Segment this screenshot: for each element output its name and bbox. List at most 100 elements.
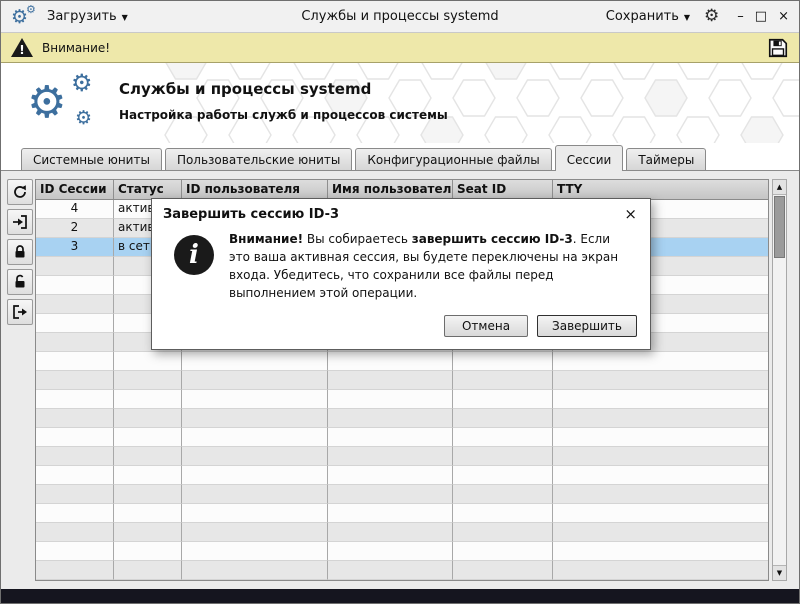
- table-cell: [36, 466, 114, 485]
- table-cell: [453, 523, 553, 542]
- table-cell: [114, 428, 182, 447]
- maximize-button[interactable]: □: [755, 10, 767, 23]
- confirm-terminate-button[interactable]: Завершить: [537, 315, 637, 337]
- column-header-tty[interactable]: TTY: [553, 180, 768, 199]
- table-cell: [553, 409, 768, 428]
- table-row-empty: [36, 409, 768, 428]
- window-controls: – □ ×: [737, 10, 789, 23]
- table-cell: [453, 466, 553, 485]
- chevron-down-icon: ▼: [684, 13, 690, 22]
- table-cell: [36, 485, 114, 504]
- unlock-button[interactable]: [7, 269, 33, 295]
- table-cell: [36, 542, 114, 561]
- scrollbar-down-button[interactable]: ▼: [773, 565, 786, 580]
- table-cell: [114, 447, 182, 466]
- refresh-icon: [12, 184, 28, 200]
- table-row-empty: [36, 447, 768, 466]
- table-cell: [114, 561, 182, 580]
- table-cell: 2: [36, 219, 114, 238]
- save-menu-label: Сохранить: [606, 9, 679, 24]
- table-cell: [328, 523, 453, 542]
- dialog-message: Внимание! Вы собираетесь завершить сесси…: [229, 230, 634, 302]
- session-toolbar: [5, 179, 35, 581]
- header-banner: ⚙ ⚙ ⚙ Службы и процессы systemd Настройк…: [1, 63, 799, 143]
- table-cell: [553, 428, 768, 447]
- table-cell: [453, 428, 553, 447]
- table-cell: [36, 504, 114, 523]
- table-cell: [328, 561, 453, 580]
- table-cell: [328, 428, 453, 447]
- save-menu-button[interactable]: Сохранить ▼: [606, 9, 690, 24]
- table-cell: [114, 504, 182, 523]
- scrollbar-track[interactable]: [773, 259, 786, 565]
- minimize-button[interactable]: –: [737, 10, 744, 23]
- close-button[interactable]: ×: [778, 10, 789, 23]
- load-menu-label: Загрузить: [47, 9, 117, 24]
- table-cell: [553, 542, 768, 561]
- column-header-session-id[interactable]: ID Сессии: [36, 180, 114, 199]
- table-cell: [453, 390, 553, 409]
- terminate-session-dialog: Завершить сессию ID-3 × i Внимание! Вы с…: [151, 198, 651, 350]
- settings-gear-button[interactable]: ⚙: [704, 8, 719, 25]
- warning-bar: ! Внимание!: [1, 33, 799, 63]
- table-cell: [114, 485, 182, 504]
- table-cell: [36, 295, 114, 314]
- vertical-scrollbar[interactable]: ▲ ▼: [772, 179, 787, 581]
- table-cell: [36, 561, 114, 580]
- table-cell: [36, 333, 114, 352]
- table-cell: [453, 485, 553, 504]
- table-cell: [553, 485, 768, 504]
- column-header-status[interactable]: Статус: [114, 180, 182, 199]
- column-header-seat-id[interactable]: Seat ID: [453, 180, 553, 199]
- dialog-message-text: Вы собираетесь: [303, 232, 412, 246]
- table-row-empty: [36, 561, 768, 580]
- login-button[interactable]: [7, 209, 33, 235]
- app-window: Службы и процессы systemd ⚙ ⚙ Загрузить …: [0, 0, 800, 604]
- table-cell: [328, 409, 453, 428]
- table-cell: [182, 352, 328, 371]
- table-cell: [328, 390, 453, 409]
- table-cell: [453, 371, 553, 390]
- table-cell: [182, 409, 328, 428]
- lock-icon: [12, 244, 28, 260]
- tab-bar: Системные юниты Пользовательские юниты К…: [1, 143, 799, 170]
- table-cell: [553, 504, 768, 523]
- dialog-close-icon[interactable]: ×: [622, 207, 639, 222]
- tab-timers[interactable]: Таймеры: [626, 148, 706, 170]
- tab-config-files[interactable]: Конфигурационные файлы: [355, 148, 551, 170]
- table-cell: [36, 428, 114, 447]
- table-cell: [182, 561, 328, 580]
- table-cell: [114, 409, 182, 428]
- page-title: Службы и процессы systemd: [119, 80, 448, 98]
- load-menu-button[interactable]: Загрузить ▼: [47, 9, 128, 24]
- table-cell: [453, 352, 553, 371]
- table-cell: [36, 314, 114, 333]
- table-cell: [453, 561, 553, 580]
- table-cell: [182, 542, 328, 561]
- app-logo-gears: ⚙ ⚙ ⚙: [27, 71, 115, 137]
- table-row-empty: [36, 523, 768, 542]
- logout-button[interactable]: [7, 299, 33, 325]
- scrollbar-up-button[interactable]: ▲: [773, 180, 786, 195]
- refresh-button[interactable]: [7, 179, 33, 205]
- cancel-button[interactable]: Отмена: [444, 315, 528, 337]
- column-header-user-id[interactable]: ID пользователя: [182, 180, 328, 199]
- tab-sessions[interactable]: Сессии: [555, 145, 624, 171]
- scrollbar-thumb[interactable]: [774, 196, 785, 258]
- table-header: ID Сессии Статус ID пользователя Имя пол…: [36, 180, 768, 200]
- dialog-message-bold: Внимание!: [229, 232, 303, 246]
- table-cell: [328, 485, 453, 504]
- table-cell: [36, 371, 114, 390]
- table-cell: [453, 504, 553, 523]
- lock-button[interactable]: [7, 239, 33, 265]
- column-header-user-name[interactable]: Имя пользователя: [328, 180, 453, 199]
- table-row-empty: [36, 485, 768, 504]
- logout-icon: [12, 304, 28, 320]
- tab-system-units[interactable]: Системные юниты: [21, 148, 162, 170]
- save-floppy-icon[interactable]: [767, 37, 789, 59]
- table-cell: [36, 257, 114, 276]
- table-cell: [182, 523, 328, 542]
- page-subtitle: Настройка работы служб и процессов систе…: [119, 108, 448, 122]
- tab-user-units[interactable]: Пользовательские юниты: [165, 148, 352, 170]
- table-cell: [114, 352, 182, 371]
